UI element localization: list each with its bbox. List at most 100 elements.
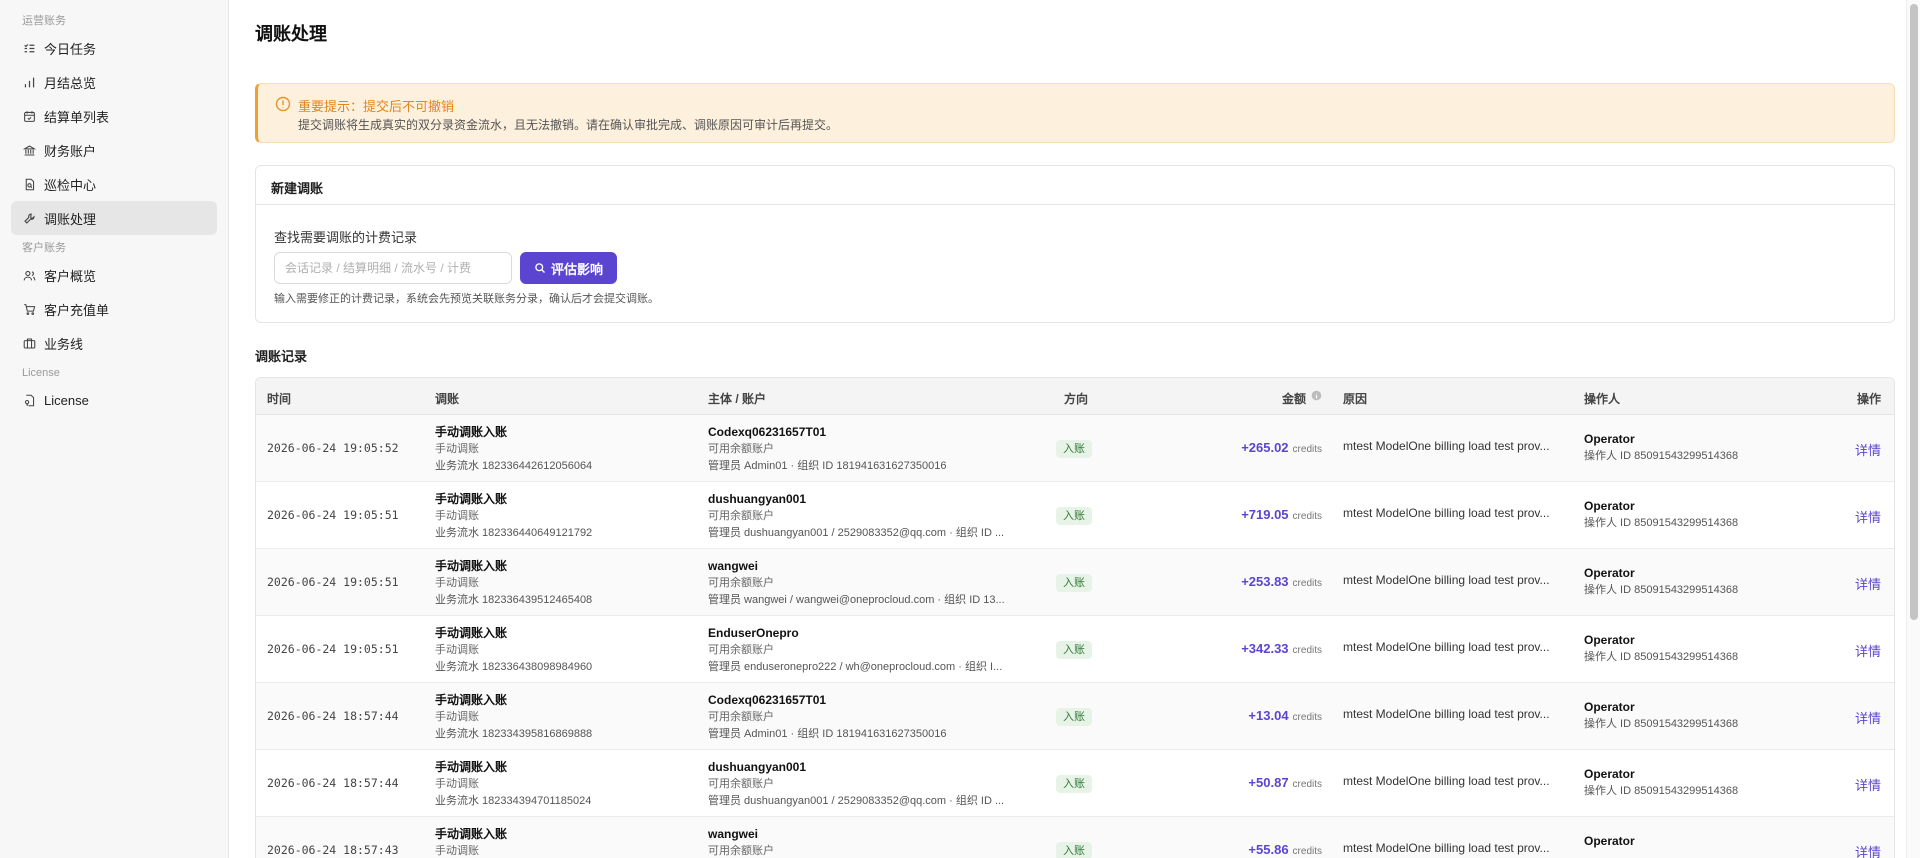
amount-value: +342.33 xyxy=(1241,641,1289,656)
row-reason: mtest ModelOne billing load test prov... xyxy=(1343,573,1550,587)
sidebar-item-label: 月结总览 xyxy=(44,75,97,91)
row-amount: +50.87 credits xyxy=(1248,775,1322,790)
sidebar-item-today-tasks[interactable]: 今日任务 xyxy=(11,31,217,65)
sidebar-item-label: 调账处理 xyxy=(44,211,97,227)
row-adjust: 手动调账入账 手动调账 业务流水 182334394701185024 xyxy=(435,759,591,810)
adjust-title: 手动调账入账 xyxy=(435,760,508,774)
sidebar-item-monthly-overview[interactable]: 月结总览 xyxy=(11,65,217,99)
users-icon xyxy=(22,268,36,282)
adjust-flow: 业务流水 182334394701185024 xyxy=(435,795,592,807)
account-type: 可用余额账户 xyxy=(708,644,774,656)
amount-unit: credits xyxy=(1292,444,1322,455)
detail-link[interactable]: 详情 xyxy=(1855,507,1881,526)
sidebar-group-label: 运营账务 xyxy=(22,15,66,27)
sidebar-item-adjustment[interactable]: 调账处理 xyxy=(11,201,217,235)
sidebar-item-customer-overview[interactable]: 客户概览 xyxy=(11,258,217,292)
row-account: dushuangyan001 可用余额账户 管理员 dushuangyan001… xyxy=(708,491,1018,542)
detail-link[interactable]: 详情 xyxy=(1855,842,1881,858)
list-check-icon xyxy=(22,41,36,55)
row-amount: +55.86 credits xyxy=(1248,842,1322,857)
sidebar-item-recharge-orders[interactable]: 客户充值单 xyxy=(11,292,217,326)
evaluate-impact-button[interactable]: 评估影响 xyxy=(520,252,617,284)
sidebar-item-inspection-center[interactable]: 巡检中心 xyxy=(11,167,217,201)
table-row: 2026-06-24 19:05:52 手动调账入账 手动调账 业务流水 182… xyxy=(256,415,1894,482)
adjust-flow: 业务流水 182336438098984960 xyxy=(435,661,593,673)
account-detail: 管理员 wangwei / wangwei@oneprocloud.com · … xyxy=(708,594,1005,606)
adjust-flow: 业务流水 182336442612056064 xyxy=(435,460,593,472)
sidebar-item-finance-account[interactable]: 财务账户 xyxy=(11,133,217,167)
file-key-icon xyxy=(22,393,36,407)
detail-link[interactable]: 详情 xyxy=(1855,708,1881,727)
bar-chart-icon xyxy=(22,75,36,89)
row-amount: +265.02 credits xyxy=(1241,440,1322,455)
row-reason: mtest ModelOne billing load test prov... xyxy=(1343,841,1550,855)
table-row: 2026-06-24 18:57:43 手动调账入账 手动调账 wangwei … xyxy=(256,817,1894,858)
row-adjust: 手动调账入账 手动调账 业务流水 182336439512465408 xyxy=(435,558,592,609)
operator-name: Operator xyxy=(1584,432,1635,446)
page-scrollbar[interactable] xyxy=(1906,0,1920,858)
row-time: 2026-06-24 18:57:44 xyxy=(267,709,399,723)
row-account: EnduserOnepro 可用余额账户 管理员 enduseronepro22… xyxy=(708,625,1018,676)
adjust-type: 手动调账 xyxy=(435,778,479,790)
account-type: 可用余额账户 xyxy=(708,510,774,522)
sidebar-item-license[interactable]: License xyxy=(11,383,217,417)
operator-id: 操作人 ID 85091543299514368 xyxy=(1584,785,1739,797)
operator-name: Operator xyxy=(1584,700,1635,714)
detail-link[interactable]: 详情 xyxy=(1855,775,1881,794)
amount-value: +13.04 xyxy=(1248,708,1289,723)
detail-link[interactable]: 详情 xyxy=(1855,641,1881,660)
col-direction: 方向 xyxy=(1064,392,1089,406)
row-account: wangwei 可用余额账户 管理员 wangwei / wangwei@one… xyxy=(708,558,1018,609)
billing-record-search-input[interactable] xyxy=(274,252,512,284)
adjust-title: 手动调账入账 xyxy=(435,559,508,573)
operator-id: 操作人 ID 85091543299514368 xyxy=(1584,718,1739,730)
table-body: 2026-06-24 19:05:52 手动调账入账 手动调账 业务流水 182… xyxy=(256,415,1894,858)
row-operator: Operator 操作人 ID 85091543299514368 xyxy=(1584,699,1738,733)
amount-unit: credits xyxy=(1292,779,1322,790)
col-action: 操作 xyxy=(1856,392,1881,406)
adjust-type: 手动调账 xyxy=(435,443,479,455)
row-operator: Operator 操作人 ID 85091543299514368 xyxy=(1584,498,1738,532)
adjust-title: 手动调账入账 xyxy=(435,693,508,707)
account-subject: wangwei xyxy=(708,559,759,573)
account-detail: 管理员 dushuangyan001 / 2529083352@qq.com ·… xyxy=(708,527,1005,539)
adjust-title: 手动调账入账 xyxy=(435,626,508,640)
account-type: 可用余额账户 xyxy=(708,443,774,455)
account-detail: 管理员 Admin01 · 组织 ID 181941631627350016 xyxy=(708,460,947,472)
row-amount: +342.33 credits xyxy=(1241,641,1322,656)
row-reason: mtest ModelOne billing load test prov... xyxy=(1343,506,1550,520)
row-time: 2026-06-24 18:57:43 xyxy=(267,843,399,857)
table-header: 时间 调账 主体 / 账户 方向 金额 原因 操作人 操作 xyxy=(256,378,1894,415)
row-adjust: 手动调账入账 手动调账 业务流水 182336440649121792 xyxy=(435,491,592,542)
col-operator: 操作人 xyxy=(1584,392,1621,406)
account-type: 可用余额账户 xyxy=(708,711,774,723)
adjust-flow: 业务流水 182336439512465408 xyxy=(435,594,593,606)
main-content: 调账处理 重要提示：提交后不可撤销 提交调账将生成真实的双分录资金流水，且无法撤… xyxy=(255,0,1895,858)
direction-badge: 入账 xyxy=(1056,507,1092,525)
row-time: 2026-06-24 18:57:44 xyxy=(267,776,399,790)
account-type: 可用余额账户 xyxy=(708,845,774,857)
amount-unit: credits xyxy=(1292,645,1322,656)
row-amount: +13.04 credits xyxy=(1248,708,1322,723)
account-subject: EnduserOnepro xyxy=(708,626,799,640)
adjust-title: 手动调账入账 xyxy=(435,425,508,439)
new-adjustment-card: 新建调账 查找需要调账的计费记录 评估影响 输入需要修正的计费记录，系统会先预览… xyxy=(255,165,1895,323)
amount-unit: credits xyxy=(1292,511,1322,522)
sidebar-item-label: 业务线 xyxy=(44,336,84,352)
page-title: 调账处理 xyxy=(255,24,327,44)
scrollbar-thumb[interactable] xyxy=(1910,4,1918,620)
row-account: wangwei 可用余额账户 xyxy=(708,826,1018,858)
row-time: 2026-06-24 19:05:52 xyxy=(267,441,399,455)
table-row: 2026-06-24 19:05:51 手动调账入账 手动调账 业务流水 182… xyxy=(256,616,1894,683)
sidebar-item-business-line[interactable]: 业务线 xyxy=(11,326,217,360)
sidebar-item-label: 客户充值单 xyxy=(44,302,110,318)
sidebar-item-label: 今日任务 xyxy=(44,41,97,57)
col-account: 主体 / 账户 xyxy=(708,392,767,406)
account-subject: dushuangyan001 xyxy=(708,492,807,506)
detail-link[interactable]: 详情 xyxy=(1855,574,1881,593)
operator-id: 操作人 ID 85091543299514368 xyxy=(1584,450,1739,462)
detail-link[interactable]: 详情 xyxy=(1855,440,1881,459)
sidebar-item-settlement-list[interactable]: 结算单列表 xyxy=(11,99,217,133)
sidebar-group-label: License xyxy=(22,367,60,379)
amount-value: +50.87 xyxy=(1248,775,1289,790)
